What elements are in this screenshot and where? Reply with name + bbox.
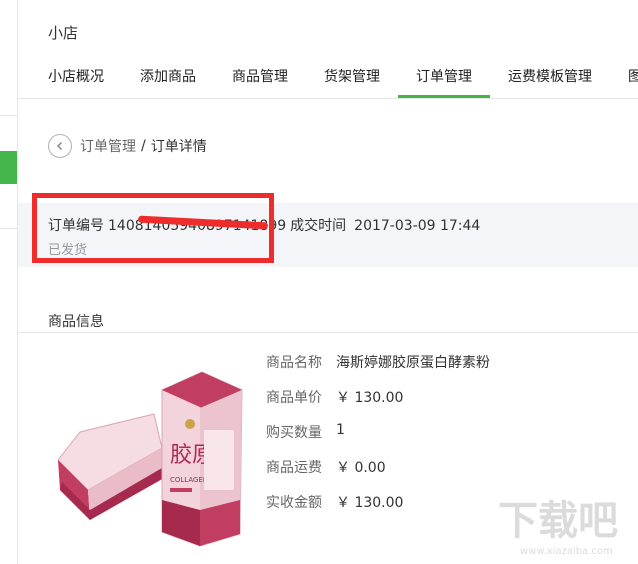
amount-received-label: 实收金额	[266, 495, 322, 511]
page-title: 小店	[48, 24, 79, 42]
tab-shipping-template[interactable]: 运费模板管理	[508, 66, 592, 86]
breadcrumb-parent-link[interactable]: 订单管理	[80, 136, 136, 156]
breadcrumb-current: 订单详情	[150, 139, 207, 155]
product-section-title: 商品信息	[48, 314, 104, 330]
order-time-value: 2017-03-09 17:44	[354, 218, 481, 234]
order-summary-panel: 订单编号 14081405940897141899 成交时间 2017-03-09 1…	[18, 193, 638, 267]
breadcrumb-separator: /	[141, 138, 146, 154]
shipping-fee-label: 商品运费	[266, 460, 322, 476]
tab-add-product[interactable]: 添加商品	[140, 66, 196, 86]
tab-store-overview[interactable]: 小店概况	[48, 66, 104, 86]
quantity-value: 1	[336, 422, 345, 438]
package-sub-text: COLLAGEN	[170, 476, 208, 484]
product-image: 胶原 COLLAGEN	[57, 371, 243, 547]
chevron-left-icon	[56, 141, 63, 151]
shipping-fee-value: ￥ 0.00	[336, 460, 386, 476]
breadcrumb: 订单管理 / 订单详情	[48, 132, 207, 160]
watermark-text: 下载吧	[498, 498, 618, 544]
active-tab-indicator	[398, 95, 490, 98]
watermark-url: www.xiazaiba.com	[520, 546, 613, 557]
sidebar-divider	[0, 228, 17, 229]
tab-product-management[interactable]: 商品管理	[232, 66, 288, 86]
product-name-value: 海斯婷娜胶原蛋白酵素粉	[336, 355, 490, 371]
tab-bar: 小店概况 添加商品 商品管理 货架管理 订单管理 运费模板管理 图	[18, 62, 638, 99]
tab-shelf-management[interactable]: 货架管理	[324, 66, 380, 86]
quantity-label: 购买数量	[266, 425, 322, 441]
left-sidebar-strip	[0, 0, 18, 564]
back-button[interactable]	[48, 134, 72, 158]
main-content: 小店 小店概况 添加商品 商品管理 货架管理 订单管理 运费模板管理 图 订单管…	[18, 0, 638, 564]
order-time-label: 成交时间	[290, 218, 347, 234]
product-name-label: 商品名称	[266, 355, 322, 371]
highlight-annotation-box	[32, 193, 274, 263]
tab-more[interactable]: 图	[628, 66, 638, 86]
sidebar-divider	[0, 115, 17, 116]
sidebar-active-marker[interactable]	[0, 151, 17, 184]
unit-price-label: 商品单价	[266, 390, 322, 406]
unit-price-value: ￥ 130.00	[336, 390, 404, 406]
site-watermark: 下载吧 www.xiazaiba.com	[498, 498, 618, 557]
amount-received-value: ￥ 130.00	[336, 495, 404, 511]
product-section-header: 商品信息	[18, 302, 638, 333]
tab-order-management[interactable]: 订单管理	[416, 66, 472, 86]
